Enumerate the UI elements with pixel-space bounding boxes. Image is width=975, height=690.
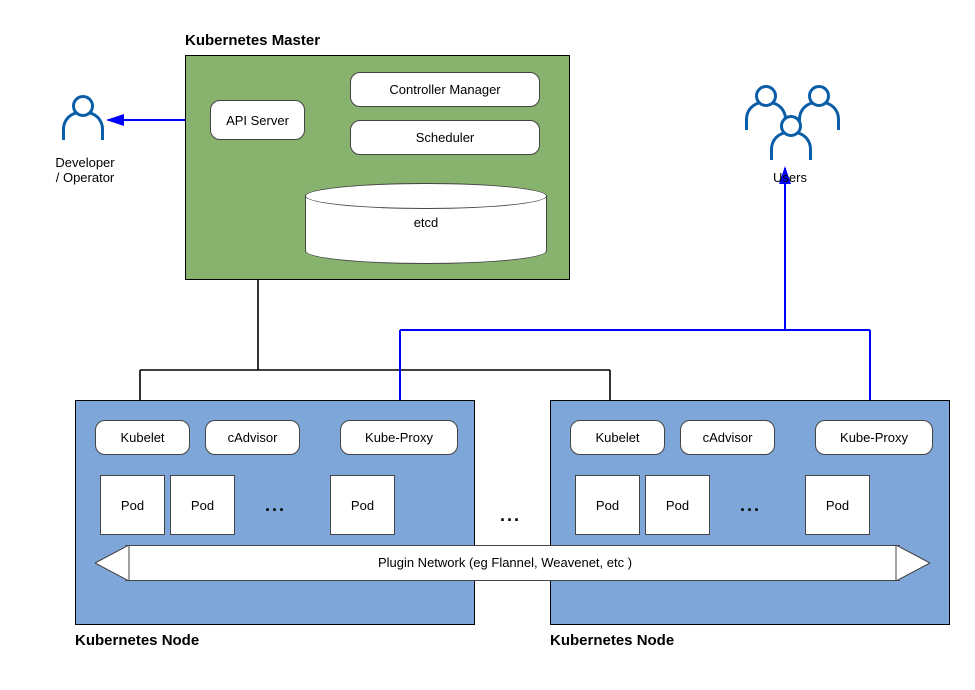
node2-pod-n: Pod bbox=[805, 475, 870, 535]
pod-label: Pod bbox=[826, 498, 849, 513]
node2-kubelet: Kubelet bbox=[570, 420, 665, 455]
plugin-network-label: Plugin Network (eg Flannel, Weavenet, et… bbox=[290, 555, 720, 570]
node1-kubelet-label: Kubelet bbox=[120, 430, 164, 445]
node1-kubeproxy: Kube-Proxy bbox=[340, 420, 458, 455]
node2-cadvisor-label: cAdvisor bbox=[703, 430, 753, 445]
developer-icon bbox=[62, 95, 98, 143]
etcd-label: etcd bbox=[414, 215, 439, 230]
controller-manager: Controller Manager bbox=[350, 72, 540, 107]
users-label: Users bbox=[760, 170, 820, 185]
etcd-top-cap bbox=[305, 183, 547, 209]
pod-label: Pod bbox=[666, 498, 689, 513]
scheduler: Scheduler bbox=[350, 120, 540, 155]
node1-title: Kubernetes Node bbox=[75, 632, 199, 649]
node1-pod-n: Pod bbox=[330, 475, 395, 535]
node2-pod-ellipsis: ... bbox=[740, 495, 761, 516]
node1-kubelet: Kubelet bbox=[95, 420, 190, 455]
between-nodes-ellipsis: ... bbox=[500, 505, 521, 526]
controller-manager-label: Controller Manager bbox=[389, 82, 500, 97]
node1-cadvisor-label: cAdvisor bbox=[228, 430, 278, 445]
api-server: API Server bbox=[210, 100, 305, 140]
node2-title: Kubernetes Node bbox=[550, 632, 674, 649]
node2-kubelet-label: Kubelet bbox=[595, 430, 639, 445]
api-server-label: API Server bbox=[226, 113, 289, 128]
node2-cadvisor: cAdvisor bbox=[680, 420, 775, 455]
master-title: Kubernetes Master bbox=[185, 32, 320, 49]
node1-pod-2: Pod bbox=[170, 475, 235, 535]
node2-pod-2: Pod bbox=[645, 475, 710, 535]
developer-label: Developer / Operator bbox=[40, 155, 130, 185]
node2-pod-1: Pod bbox=[575, 475, 640, 535]
node1-cadvisor: cAdvisor bbox=[205, 420, 300, 455]
node1-kubeproxy-label: Kube-Proxy bbox=[365, 430, 433, 445]
scheduler-label: Scheduler bbox=[416, 130, 475, 145]
node1-pod-ellipsis: ... bbox=[265, 495, 286, 516]
users-icon-3 bbox=[770, 115, 806, 163]
node1-pod-1: Pod bbox=[100, 475, 165, 535]
pod-label: Pod bbox=[351, 498, 374, 513]
node2-kubeproxy-label: Kube-Proxy bbox=[840, 430, 908, 445]
pod-label: Pod bbox=[121, 498, 144, 513]
pod-label: Pod bbox=[596, 498, 619, 513]
pod-label: Pod bbox=[191, 498, 214, 513]
node2-kubeproxy: Kube-Proxy bbox=[815, 420, 933, 455]
